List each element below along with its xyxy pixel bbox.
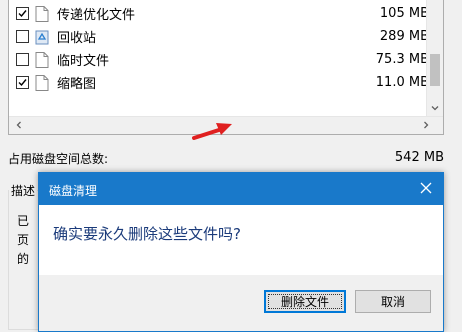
- file-size: 11.0 MB: [375, 75, 429, 90]
- scroll-down-icon[interactable]: [430, 103, 440, 113]
- file-list: 传递优化文件 105 MB 回收站 289 MB 临时文件 75.3 MB 缩略…: [8, 0, 444, 135]
- list-item[interactable]: 回收站 289 MB: [9, 25, 431, 48]
- checkbox[interactable]: [16, 7, 29, 20]
- scroll-left-icon[interactable]: [14, 120, 24, 130]
- list-item[interactable]: 传递优化文件 105 MB: [9, 2, 431, 25]
- scroll-thumb[interactable]: [430, 54, 440, 86]
- dialog-titlebar[interactable]: 磁盘清理: [39, 173, 443, 205]
- dialog-footer: 删除文件 取消: [39, 275, 443, 331]
- scroll-right-icon[interactable]: [421, 120, 431, 130]
- file-size: 105 MB: [379, 6, 429, 21]
- total-space-label: 占用磁盘空间总数:: [8, 152, 109, 166]
- checkbox[interactable]: [16, 30, 29, 43]
- file-name: 传递优化文件: [57, 8, 136, 23]
- file-name: 缩略图: [57, 77, 97, 92]
- total-space-value: 542 MB: [394, 150, 444, 165]
- close-icon[interactable]: [419, 181, 433, 195]
- file-name: 回收站: [57, 31, 97, 46]
- recycle-bin-icon: [35, 30, 49, 44]
- red-arrow-icon: [192, 123, 232, 140]
- confirm-dialog: 磁盘清理 确实要永久删除这些文件吗? 删除文件 取消: [38, 172, 444, 332]
- delete-files-button[interactable]: 删除文件: [264, 290, 346, 313]
- file-icon: [35, 74, 49, 91]
- list-item[interactable]: 缩略图 11.0 MB: [9, 71, 431, 94]
- file-icon: [35, 51, 49, 68]
- file-size: 289 MB: [379, 29, 429, 44]
- file-icon: [35, 5, 49, 22]
- checkbox[interactable]: [16, 76, 29, 89]
- dialog-title: 磁盘清理: [49, 184, 98, 198]
- file-name: 临时文件: [57, 54, 110, 69]
- cancel-label: 取消: [380, 295, 405, 309]
- file-size: 75.3 MB: [375, 52, 429, 67]
- focus-outline: [268, 294, 342, 309]
- list-item[interactable]: 临时文件 75.3 MB: [9, 48, 431, 71]
- checkbox[interactable]: [16, 53, 29, 66]
- vertical-scrollbar[interactable]: [426, 0, 443, 117]
- cancel-button[interactable]: 取消: [355, 290, 431, 313]
- dialog-message: 确实要永久删除这些文件吗?: [53, 225, 241, 243]
- description-title: 描述: [9, 182, 38, 199]
